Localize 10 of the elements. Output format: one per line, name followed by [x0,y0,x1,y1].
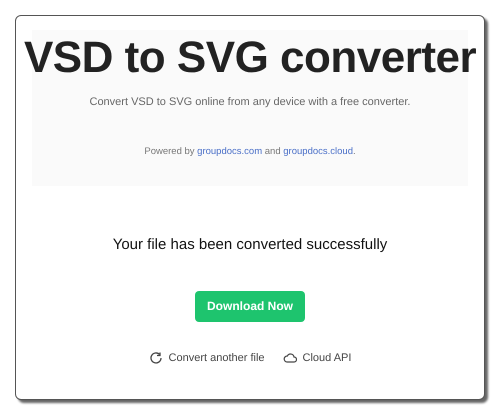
site-link[interactable]: groupdocs.cloud [283,146,353,156]
page-title: VSD to SVG converter [24,32,476,84]
subtitle: Convert VSD to SVG online from any device with a free converter. [90,95,410,110]
site-link[interactable]: groupdocs.com [197,146,262,156]
cloud-api-link[interactable]: Cloud API [282,350,352,366]
refresh-icon [148,350,163,365]
success-message: Your file has been converted successfully [112,235,388,255]
convert-another-link[interactable]: Convert another file [148,350,265,366]
cloud-icon [282,350,297,365]
powered-by-text: Powered by groupdocs.com and groupdocs.cloud. [144,144,356,158]
